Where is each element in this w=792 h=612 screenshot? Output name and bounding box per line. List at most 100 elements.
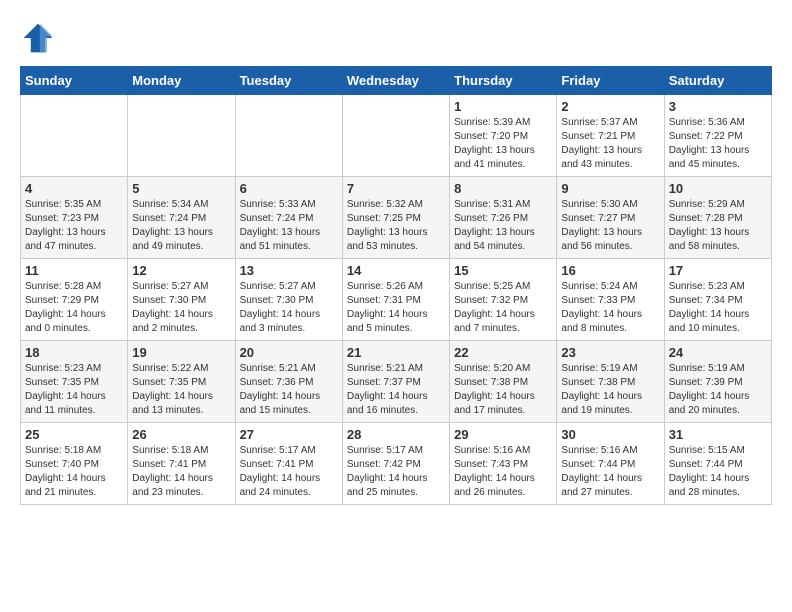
day-header-saturday: Saturday (664, 67, 771, 95)
day-info: Sunrise: 5:18 AM Sunset: 7:41 PM Dayligh… (132, 444, 230, 500)
calendar-week-2: 4 Sunrise: 5:35 AM Sunset: 7:23 PM Daylig… (21, 177, 772, 259)
day-number: 7 (347, 181, 445, 196)
calendar-cell: 24 Sunrise: 5:19 AM Sunset: 7:39 PM Dayli… (664, 341, 771, 423)
calendar-cell: 20 Sunrise: 5:21 AM Sunset: 7:36 PM Dayli… (235, 341, 342, 423)
calendar-cell: 31Sunrise: 5:15 AM Sunset: 7:44 PM Dayli… (664, 423, 771, 505)
day-number: 30 (561, 427, 659, 442)
day-number: 13 (240, 263, 338, 278)
day-header-wednesday: Wednesday (342, 67, 449, 95)
day-info: Sunrise: 5:27 AM Sunset: 7:30 PM Dayligh… (240, 280, 338, 336)
calendar-cell: 12 Sunrise: 5:27 AM Sunset: 7:30 PM Dayli… (128, 259, 235, 341)
day-number: 17 (669, 263, 767, 278)
day-info: Sunrise: 5:21 AM Sunset: 7:37 PM Dayligh… (347, 362, 445, 418)
day-info: Sunrise: 5:19 AM Sunset: 7:39 PM Dayligh… (669, 362, 767, 418)
day-number: 20 (240, 345, 338, 360)
calendar-cell: 28 Sunrise: 5:17 AM Sunset: 7:42 PM Dayli… (342, 423, 449, 505)
day-info: Sunrise: 5:28 AM Sunset: 7:29 PM Dayligh… (25, 280, 123, 336)
day-number: 24 (669, 345, 767, 360)
day-info: Sunrise: 5:23 AM Sunset: 7:34 PM Dayligh… (669, 280, 767, 336)
calendar-table: SundayMondayTuesdayWednesdayThursdayFrid… (20, 66, 772, 505)
calendar-cell: 19 Sunrise: 5:22 AM Sunset: 7:35 PM Dayli… (128, 341, 235, 423)
calendar-week-5: 25 Sunrise: 5:18 AM Sunset: 7:40 PM Dayli… (21, 423, 772, 505)
calendar-cell: 27 Sunrise: 5:17 AM Sunset: 7:41 PM Dayli… (235, 423, 342, 505)
calendar-header-row: SundayMondayTuesdayWednesdayThursdayFrid… (21, 67, 772, 95)
calendar-cell: 16 Sunrise: 5:24 AM Sunset: 7:33 PM Dayli… (557, 259, 664, 341)
day-number: 8 (454, 181, 552, 196)
day-info: Sunrise: 5:31 AM Sunset: 7:26 PM Dayligh… (454, 198, 552, 254)
calendar-cell: 3 Sunrise: 5:36 AM Sunset: 7:22 PM Daylig… (664, 95, 771, 177)
logo-icon (20, 20, 56, 56)
calendar-cell: 30 Sunrise: 5:16 AM Sunset: 7:44 PM Dayli… (557, 423, 664, 505)
day-number: 21 (347, 345, 445, 360)
day-number: 4 (25, 181, 123, 196)
day-number: 6 (240, 181, 338, 196)
calendar-cell: 5 Sunrise: 5:34 AM Sunset: 7:24 PM Daylig… (128, 177, 235, 259)
day-number: 9 (561, 181, 659, 196)
day-number: 18 (25, 345, 123, 360)
calendar-cell: 17 Sunrise: 5:23 AM Sunset: 7:34 PM Dayli… (664, 259, 771, 341)
day-number: 11 (25, 263, 123, 278)
calendar-week-1: 1 Sunrise: 5:39 AM Sunset: 7:20 PM Daylig… (21, 95, 772, 177)
day-info: Sunrise: 5:39 AM Sunset: 7:20 PM Dayligh… (454, 116, 552, 172)
calendar-cell (21, 95, 128, 177)
day-header-friday: Friday (557, 67, 664, 95)
calendar-cell: 6 Sunrise: 5:33 AM Sunset: 7:24 PM Daylig… (235, 177, 342, 259)
day-number: 2 (561, 99, 659, 114)
calendar-cell (342, 95, 449, 177)
day-number: 29 (454, 427, 552, 442)
day-number: 5 (132, 181, 230, 196)
calendar-cell (235, 95, 342, 177)
calendar-cell: 15 Sunrise: 5:25 AM Sunset: 7:32 PM Dayli… (450, 259, 557, 341)
calendar-cell: 22 Sunrise: 5:20 AM Sunset: 7:38 PM Dayli… (450, 341, 557, 423)
day-info: Sunrise: 5:22 AM Sunset: 7:35 PM Dayligh… (132, 362, 230, 418)
day-header-sunday: Sunday (21, 67, 128, 95)
day-info: Sunrise: 5:23 AM Sunset: 7:35 PM Dayligh… (25, 362, 123, 418)
calendar-cell: 26 Sunrise: 5:18 AM Sunset: 7:41 PM Dayli… (128, 423, 235, 505)
day-number: 1 (454, 99, 552, 114)
day-info: Sunrise: 5:20 AM Sunset: 7:38 PM Dayligh… (454, 362, 552, 418)
day-info: Sunrise: 5:15 AM Sunset: 7:44 PM Dayligh… (669, 444, 767, 500)
day-number: 12 (132, 263, 230, 278)
calendar-cell: 18 Sunrise: 5:23 AM Sunset: 7:35 PM Dayli… (21, 341, 128, 423)
day-info: Sunrise: 5:24 AM Sunset: 7:33 PM Dayligh… (561, 280, 659, 336)
day-number: 15 (454, 263, 552, 278)
calendar-cell: 11 Sunrise: 5:28 AM Sunset: 7:29 PM Dayli… (21, 259, 128, 341)
day-number: 3 (669, 99, 767, 114)
day-info: Sunrise: 5:33 AM Sunset: 7:24 PM Dayligh… (240, 198, 338, 254)
day-number: 27 (240, 427, 338, 442)
page-header (20, 20, 772, 56)
calendar-cell: 13 Sunrise: 5:27 AM Sunset: 7:30 PM Dayli… (235, 259, 342, 341)
day-info: Sunrise: 5:16 AM Sunset: 7:44 PM Dayligh… (561, 444, 659, 500)
calendar-cell (128, 95, 235, 177)
day-number: 19 (132, 345, 230, 360)
logo (20, 20, 60, 56)
calendar-cell: 7 Sunrise: 5:32 AM Sunset: 7:25 PM Daylig… (342, 177, 449, 259)
day-number: 10 (669, 181, 767, 196)
day-info: Sunrise: 5:18 AM Sunset: 7:40 PM Dayligh… (25, 444, 123, 500)
day-info: Sunrise: 5:17 AM Sunset: 7:42 PM Dayligh… (347, 444, 445, 500)
day-number: 28 (347, 427, 445, 442)
day-info: Sunrise: 5:26 AM Sunset: 7:31 PM Dayligh… (347, 280, 445, 336)
day-info: Sunrise: 5:17 AM Sunset: 7:41 PM Dayligh… (240, 444, 338, 500)
calendar-cell: 29Sunrise: 5:16 AM Sunset: 7:43 PM Dayli… (450, 423, 557, 505)
calendar-week-3: 11 Sunrise: 5:28 AM Sunset: 7:29 PM Dayli… (21, 259, 772, 341)
day-info: Sunrise: 5:35 AM Sunset: 7:23 PM Dayligh… (25, 198, 123, 254)
day-header-thursday: Thursday (450, 67, 557, 95)
calendar-cell: 1 Sunrise: 5:39 AM Sunset: 7:20 PM Daylig… (450, 95, 557, 177)
day-info: Sunrise: 5:34 AM Sunset: 7:24 PM Dayligh… (132, 198, 230, 254)
day-info: Sunrise: 5:21 AM Sunset: 7:36 PM Dayligh… (240, 362, 338, 418)
calendar-cell: 8 Sunrise: 5:31 AM Sunset: 7:26 PM Daylig… (450, 177, 557, 259)
calendar-cell: 4 Sunrise: 5:35 AM Sunset: 7:23 PM Daylig… (21, 177, 128, 259)
calendar-cell: 21 Sunrise: 5:21 AM Sunset: 7:37 PM Dayli… (342, 341, 449, 423)
day-number: 16 (561, 263, 659, 278)
day-info: Sunrise: 5:36 AM Sunset: 7:22 PM Dayligh… (669, 116, 767, 172)
calendar-cell: 10Sunrise: 5:29 AM Sunset: 7:28 PM Dayli… (664, 177, 771, 259)
day-number: 26 (132, 427, 230, 442)
day-info: Sunrise: 5:32 AM Sunset: 7:25 PM Dayligh… (347, 198, 445, 254)
day-info: Sunrise: 5:27 AM Sunset: 7:30 PM Dayligh… (132, 280, 230, 336)
day-number: 25 (25, 427, 123, 442)
day-header-tuesday: Tuesday (235, 67, 342, 95)
calendar-cell: 23Sunrise: 5:19 AM Sunset: 7:38 PM Dayli… (557, 341, 664, 423)
day-info: Sunrise: 5:25 AM Sunset: 7:32 PM Dayligh… (454, 280, 552, 336)
day-number: 22 (454, 345, 552, 360)
